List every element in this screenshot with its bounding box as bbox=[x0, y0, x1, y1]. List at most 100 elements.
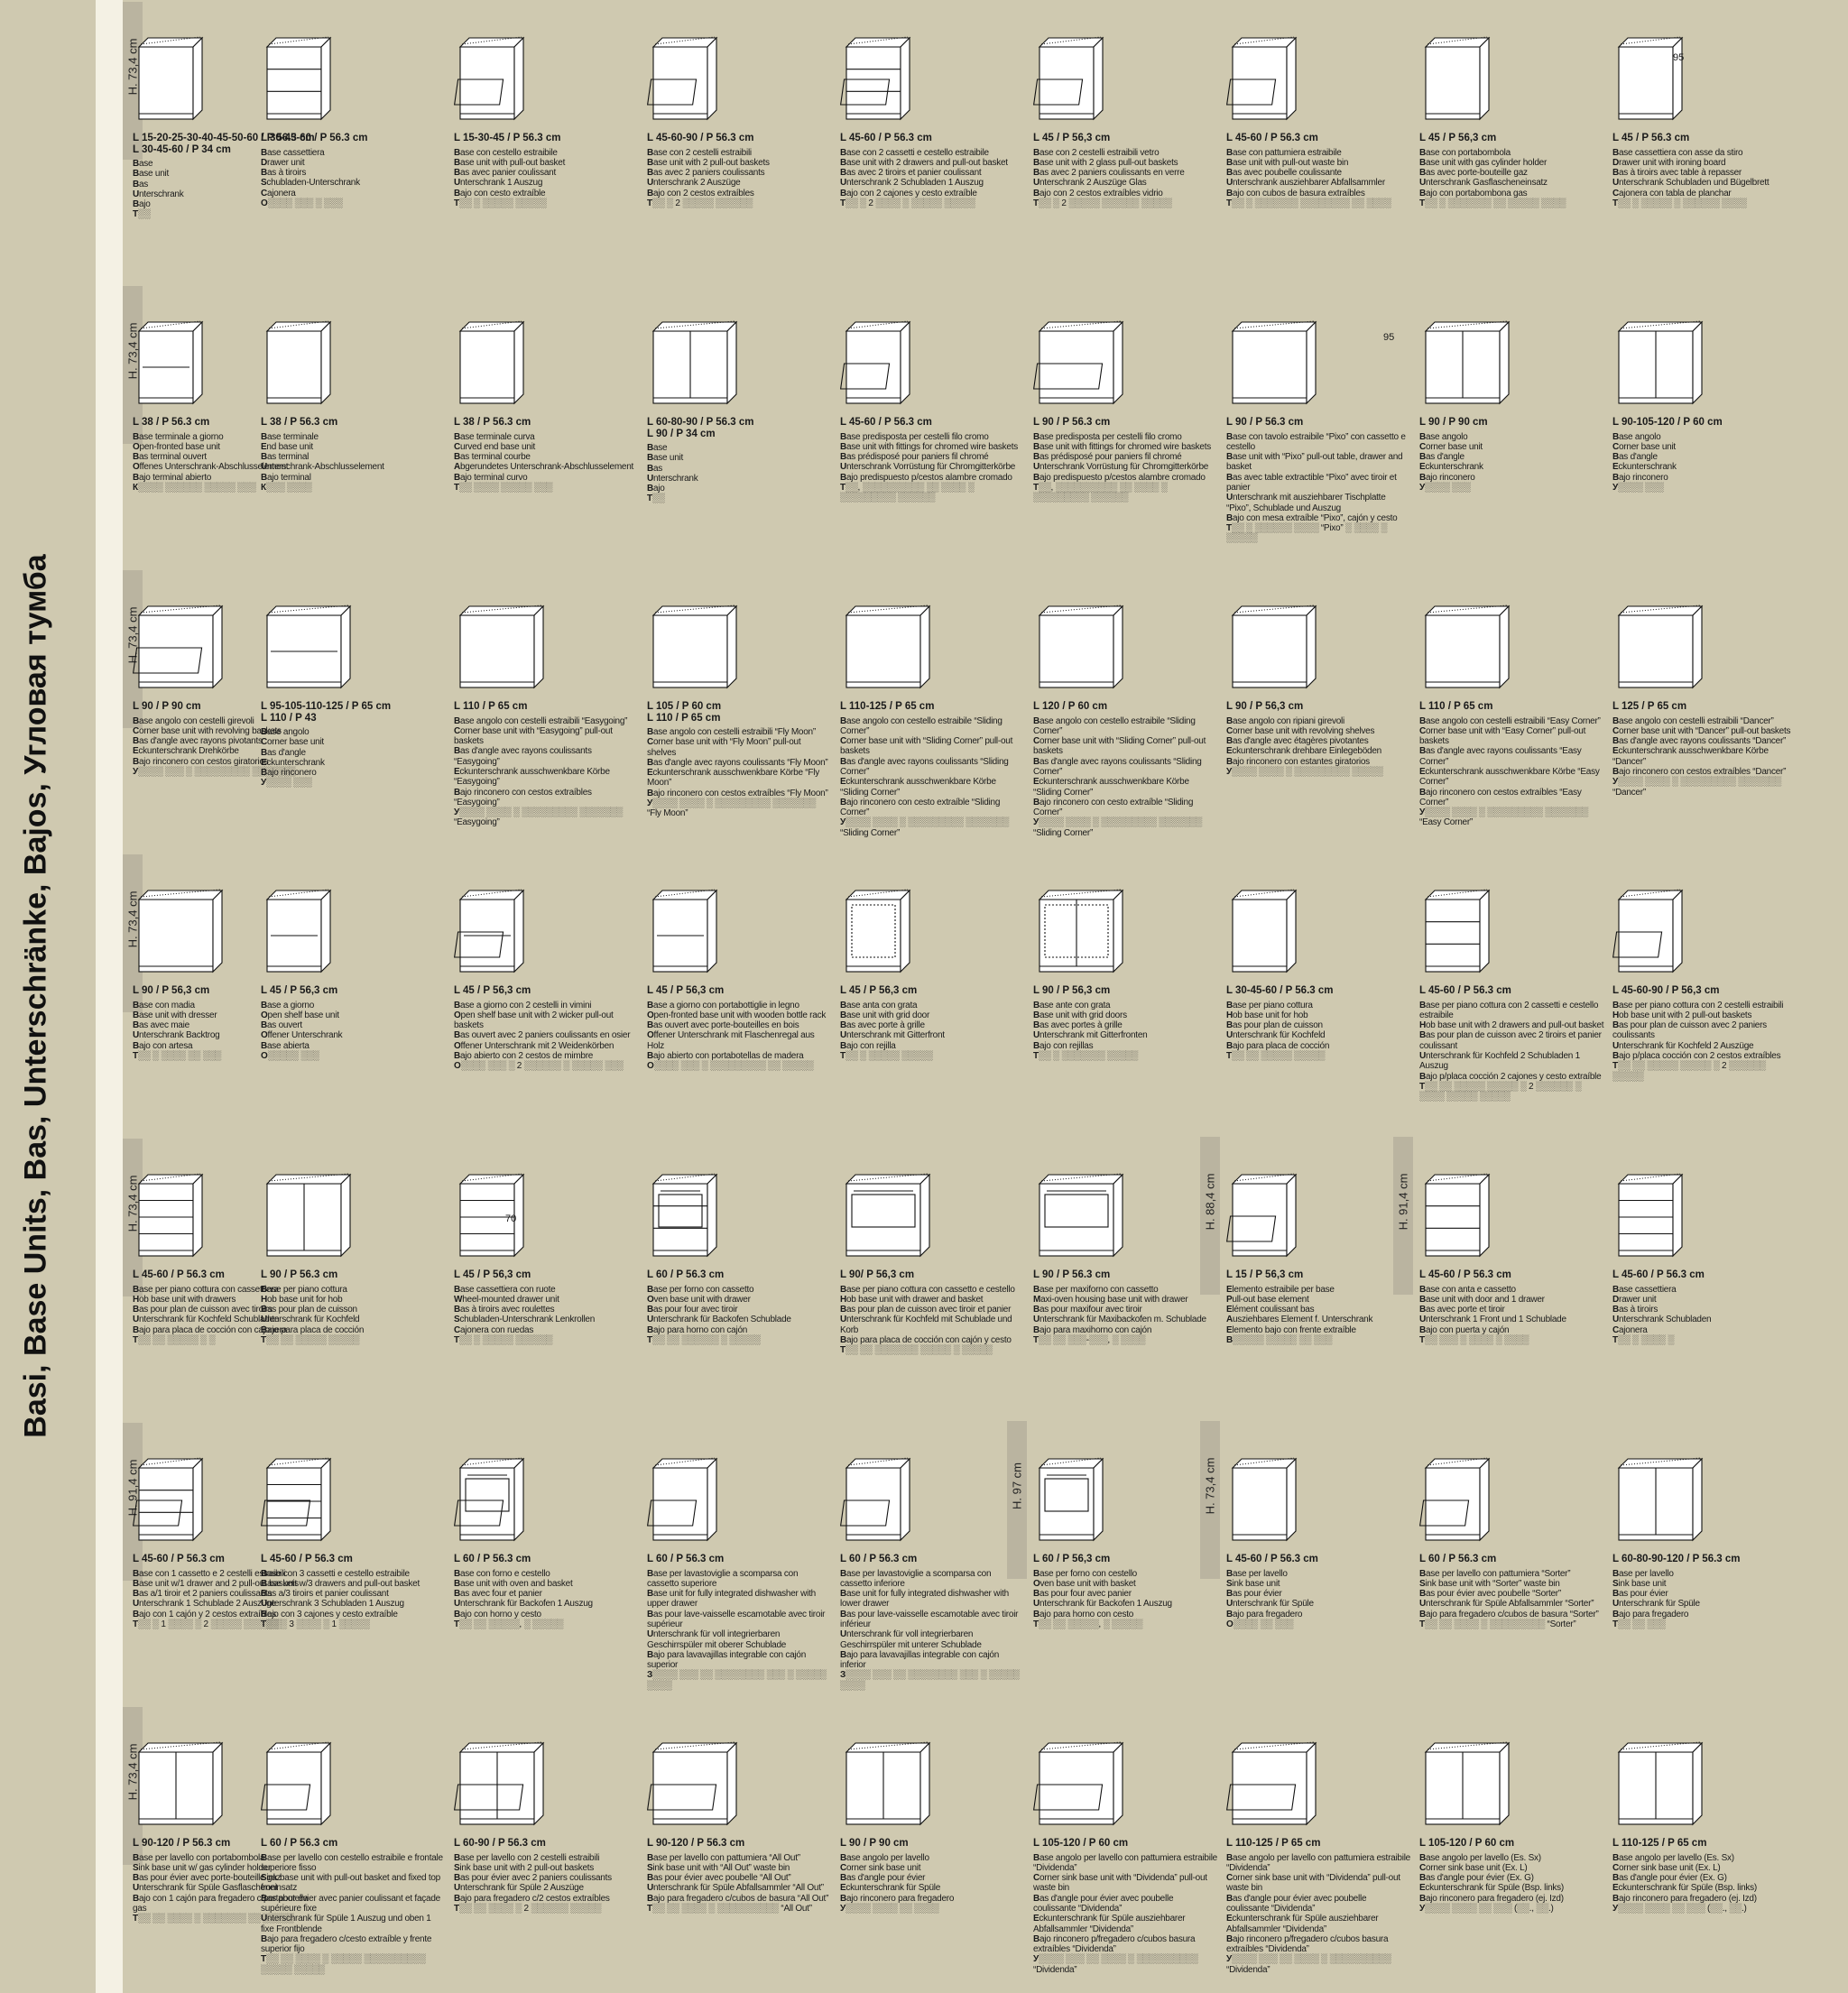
description-initial: B bbox=[1033, 1000, 1040, 1010]
description-initial: B bbox=[133, 1040, 139, 1051]
description-line: Bajo con 2 cajones y cesto extraíble bbox=[840, 189, 1025, 198]
description-line: Bajo con rejilla bbox=[840, 1041, 1025, 1051]
description-line: Ausziehbares Element f. Unterschrank bbox=[1226, 1315, 1411, 1324]
description-line: Bas pour évier bbox=[1226, 1589, 1411, 1599]
description-line: О░░░░ ░░░ ░ ░░░░░░░░░ ░░ ░░░░░ bbox=[647, 1061, 832, 1071]
description-line: Sink base unit with 2 pull-out baskets bbox=[454, 1863, 639, 1873]
height-bar: H. 97 cm bbox=[1007, 1421, 1027, 1579]
description-initial: B bbox=[261, 1578, 267, 1589]
description-initial: O bbox=[454, 1040, 461, 1051]
description-line: Т░░ ░ ░░░░░░░ ░░ ░░░░░ ░░░░ bbox=[1419, 198, 1604, 208]
description-line: Base per piano cottura bbox=[261, 1285, 446, 1295]
description-line: Base con tavolo estraibile “Pixo” con ca… bbox=[1226, 432, 1411, 453]
description: Base angolo con cestello estraibile “Sli… bbox=[1033, 716, 1218, 839]
description-line: Bajo p/placa cocción 2 cajones y cesto e… bbox=[1419, 1072, 1604, 1082]
description-initial: B bbox=[840, 1040, 846, 1051]
description-line: Base con 3 cassetti e cestello estraibil… bbox=[261, 1569, 446, 1579]
description: Base a giorno con portabottiglie in legn… bbox=[647, 1001, 832, 1072]
description-initial: B bbox=[647, 1873, 653, 1884]
description-text: nterschrank 1 Auszug bbox=[459, 178, 543, 189]
description-line: Eckunterschrank ausschwenkbare Körbe “Sl… bbox=[840, 777, 1025, 798]
description-text: ajo rinconero bbox=[1618, 472, 1668, 483]
description-text: nterschrank Vorrüstung für Chromgitterkö… bbox=[1039, 462, 1209, 473]
description-line: Bas pour évier bbox=[1612, 1589, 1797, 1599]
description-initial: B bbox=[647, 1609, 653, 1619]
description-text: heel-mounted drawer unit bbox=[462, 1294, 559, 1305]
description-text: ffener Unterschrank mit Flaschenregal au… bbox=[647, 1030, 815, 1051]
sliding-corner-icon bbox=[836, 594, 953, 695]
description-initial: C bbox=[1612, 1324, 1619, 1335]
description-text: ase angolo con ripiani girevoli bbox=[1232, 715, 1344, 726]
description-initial: B bbox=[840, 188, 846, 198]
description-initial: O bbox=[647, 1294, 654, 1305]
description-line: У░░░░ ░░░░ ░░ ░░░░ bbox=[840, 1904, 1025, 1914]
description-text: ase con forno e cestello bbox=[459, 1568, 550, 1579]
description-text: ajo rinconero con cestos extraíbles “Fly… bbox=[652, 788, 828, 798]
description-line: О░░░░ ░░░ ░ 2 ░░░░░░ ░ ░░░░░ ░░░ bbox=[454, 1061, 639, 1071]
description-line: Т░░ ░░ ░░░░ ░ ░░░░░ ░░░░░░░░░░ ░░░░░ ░░░… bbox=[261, 1954, 446, 1975]
description-text: ajo para placa de cocción bbox=[266, 1324, 365, 1335]
description-text: as avec 2 paniers coulissants bbox=[652, 168, 765, 179]
description-text: bgerundetes Unterschrank-Abschlusselemen… bbox=[459, 462, 634, 473]
page-title: Basi, Base Units, Bas, Unterschränke, Ba… bbox=[18, 554, 53, 1438]
description-text: ase unit with fittings for chromed wire … bbox=[845, 441, 1018, 452]
description-line: К░░░ ░░░░ bbox=[261, 483, 446, 493]
description-text: ase unit with grid doors bbox=[1039, 1010, 1127, 1020]
description-line: Schubladen-Unterschrank Lenkrollen bbox=[454, 1315, 639, 1324]
description-initial: B bbox=[1612, 1873, 1619, 1884]
description-text: ░░ ░░ ░░░░ ░ 2 ░░░░░░ ░░░░░ bbox=[458, 1903, 602, 1914]
description-line: У░░░░ ░░░░ ░ ░░░░░░░░░ ░░░░░░░ “Sliding … bbox=[1033, 817, 1218, 838]
description-text: ase terminale a giorno bbox=[138, 431, 224, 442]
description-line: Т░░, ░░░░░░░░░░ ░░ ░░░░ ░ ░░░░░░░░░ ░░░░… bbox=[840, 483, 1025, 503]
description-text: nterschrank Schubladen und Bügelbrett bbox=[1618, 178, 1769, 189]
description-initial: B bbox=[133, 1873, 139, 1884]
description-text: ajo predispuesto p/cestos alambre cromad… bbox=[845, 472, 1012, 483]
description-text: ░░ ░░ ░░░░░ ░░░░░ ░ 2 ░░░░░░ ░░░░░ bbox=[1612, 1061, 1766, 1082]
description-initial: U bbox=[133, 1030, 139, 1041]
description-text: ase per lavello con pattumiera “All Out” bbox=[652, 1852, 800, 1863]
description-line: Base angolo con cestello estraibile “Sli… bbox=[840, 716, 1025, 737]
dimension-label: L 90 / P 56.3 cm bbox=[1226, 417, 1304, 428]
description-text: nterschrank 2 Auszüge Glas bbox=[1039, 178, 1147, 189]
dimension-label: L 15 / P 56,3 cm bbox=[1226, 1269, 1304, 1280]
sink-double-icon bbox=[1608, 1446, 1725, 1547]
description-initial: B bbox=[647, 1649, 653, 1660]
description-line: Bajo rinconero para fregadero bbox=[840, 1894, 1025, 1904]
description-line: Unterschrank für voll integrierbaren Ges… bbox=[647, 1629, 832, 1650]
description-text: nterschrank für voll integrierbaren Gesc… bbox=[840, 1629, 982, 1650]
description-initial: B bbox=[454, 1305, 460, 1315]
description-text: as d'angle pour évier (Ex. G) bbox=[1618, 1873, 1727, 1884]
dimension-label: L 60 / P 56.3 cm bbox=[840, 1554, 918, 1564]
description: Base angolo con cestello estraibile “Sli… bbox=[840, 716, 1025, 839]
description-initial: U bbox=[261, 1599, 267, 1610]
description-text: urved end base unit bbox=[459, 441, 536, 452]
description-text: as pour évier avec poubelle “All Out” bbox=[652, 1873, 791, 1884]
description-text: pen-fronted base unit bbox=[139, 441, 221, 452]
description-line: Bas d'angle avec rayons coulissants “Fly… bbox=[647, 758, 832, 768]
description-initial: B bbox=[840, 797, 846, 807]
description-line: У░░░░ ░░░ bbox=[1612, 483, 1797, 493]
description-text: ajo rinconero con cestos extraíbles “Eas… bbox=[454, 787, 592, 807]
description-initial: U bbox=[261, 1315, 267, 1325]
description-text: ajo bbox=[652, 484, 665, 494]
description-initial: B bbox=[261, 452, 267, 463]
description-text: as d'angle pour évier avec poubelle coul… bbox=[1033, 1893, 1174, 1914]
description-line: Unterschrank mit ausziehbarer Tischplatt… bbox=[1226, 493, 1411, 513]
description-line: Bas d'angle pour évier (Ex. G) bbox=[1612, 1873, 1797, 1883]
description-initial: B bbox=[454, 787, 460, 798]
description-text: ckunterschrank für Spüle (Bsp. links) bbox=[1618, 1883, 1758, 1894]
description-text: ajo rinconero para fregadero (ej. Izd) bbox=[1425, 1893, 1564, 1904]
description-initial: B bbox=[1033, 1589, 1040, 1600]
description-initial: B bbox=[1419, 787, 1426, 798]
description-initial: B bbox=[454, 147, 460, 158]
description-text: nterschrank für Spüle 1 Auszug und oben … bbox=[261, 1914, 431, 1934]
oven-tall-icon bbox=[1029, 1446, 1146, 1547]
description-text: ase per lavastoviglie a scomparsa con ca… bbox=[647, 1568, 799, 1589]
description-text: ase per lavello con portabombola bbox=[138, 1852, 265, 1863]
description-initial: C bbox=[1033, 1873, 1040, 1884]
description: Base con cestello estraibile Base unit wi… bbox=[454, 148, 639, 209]
dimension-label: L 30-45-60 / P 56.3 cm bbox=[1226, 985, 1334, 996]
description-text: as bbox=[652, 463, 663, 474]
description: Base angolo per lavello (Es. Sx) Corner s… bbox=[1419, 1853, 1604, 1915]
description-line: Т░░ ░░ ░░░ bbox=[1612, 1619, 1797, 1629]
